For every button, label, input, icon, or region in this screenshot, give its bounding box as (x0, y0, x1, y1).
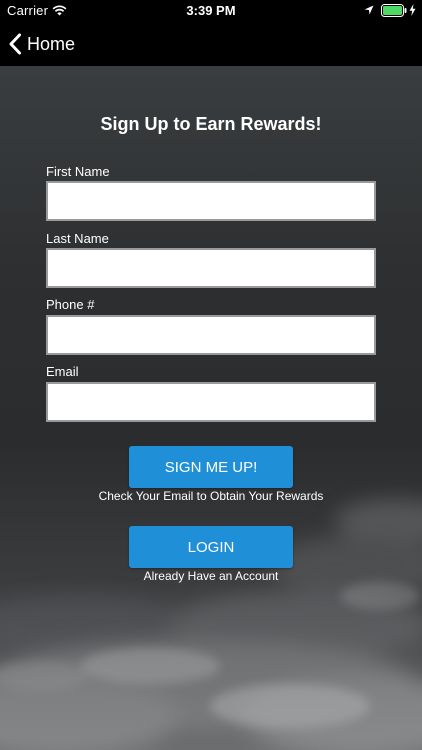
last-name-input[interactable] (46, 248, 376, 288)
last-name-label: Last Name (46, 231, 109, 246)
back-label: Home (27, 33, 76, 54)
phone-input[interactable] (46, 315, 376, 355)
chevron-left-icon (9, 33, 21, 55)
status-bar: Carrier 3:39 PM (0, 0, 422, 22)
email-label: Email (46, 364, 79, 379)
signup-screen: Carrier 3:39 PM Home Sign Up to Earn Rew… (0, 0, 422, 750)
login-caption: Already Have an Account (143, 569, 279, 583)
signup-caption: Check Your Email to Obtain Your Rewards (98, 489, 324, 503)
form-title: Sign Up to Earn Rewards! (100, 114, 322, 134)
sign-me-up-button[interactable]: SIGN ME UP! (129, 446, 293, 488)
battery-icon (381, 4, 407, 17)
status-time: 3:39 PM (186, 3, 236, 18)
signup-form-area: Sign Up to Earn Rewards! First Name Last… (0, 66, 422, 750)
first-name-label: First Name (46, 164, 110, 179)
navigation-bar: Home (0, 22, 422, 66)
email-input[interactable] (46, 382, 376, 422)
back-button[interactable]: Home (8, 22, 75, 66)
phone-label: Phone # (46, 297, 95, 312)
charging-bolt-icon (409, 4, 416, 16)
location-arrow-icon (364, 5, 374, 15)
login-button[interactable]: LOGIN (129, 526, 293, 568)
first-name-input[interactable] (46, 181, 376, 221)
